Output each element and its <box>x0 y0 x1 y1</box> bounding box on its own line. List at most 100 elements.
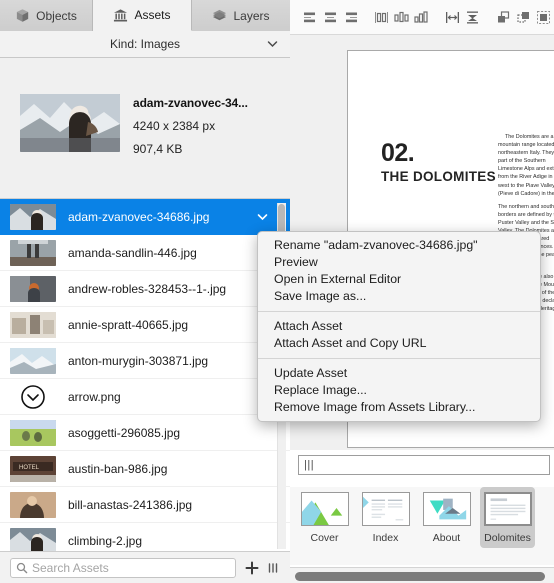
asset-filename: anton-murygin-303871.jpg <box>68 353 209 368</box>
preview-filesize: 907,4 KB <box>133 142 183 156</box>
asset-thumbnail <box>10 311 56 338</box>
document-paragraph: The Dolomites are a mountain range locat… <box>498 134 554 197</box>
asset-row[interactable]: arrow.png <box>0 379 290 415</box>
page-thumbnail-label: Index <box>372 532 399 544</box>
page-thumbnail-image <box>361 492 410 526</box>
asset-row[interactable]: bill-anastas-241386.jpg <box>0 487 290 523</box>
svg-text:HOTEL: HOTEL <box>19 465 40 471</box>
asset-filename: amanda-sandlin-446.jpg <box>68 245 197 260</box>
page-thumbnail-label: Cover <box>310 532 339 544</box>
bank-icon <box>114 8 128 21</box>
preview-filename: adam-zvanovec-34... <box>133 96 248 110</box>
document-title: THE DOLOMITES <box>381 169 496 184</box>
asset-filename: climbing-2.jpg <box>68 533 143 548</box>
asset-context-menu[interactable]: Rename "adam-zvanovec-34686.jpg" Preview O… <box>257 231 541 422</box>
asset-row[interactable]: asoggetti-296085.jpg <box>0 415 290 451</box>
asset-thumbnail <box>10 491 56 518</box>
context-menu-item[interactable]: Save Image as... <box>258 288 540 305</box>
search-input[interactable]: Search Assets <box>10 558 236 578</box>
page-thumbnail[interactable]: Index <box>358 487 413 548</box>
context-menu-item[interactable]: Remove Image from Assets Library... <box>258 399 540 416</box>
search-placeholder: Search Assets <box>32 561 109 575</box>
distribute-horizontal-icon[interactable] <box>373 9 390 26</box>
distribute-vertical-icon[interactable] <box>413 9 430 26</box>
align-right-icon[interactable] <box>342 9 359 26</box>
page-thumbnail-strip[interactable]: Cover Index About Dolomites <box>290 487 554 565</box>
preview-dimensions: 4240 x 2384 px <box>133 119 216 133</box>
cube-icon <box>17 9 29 22</box>
page-thumbnail-image <box>483 492 532 526</box>
tab-objects-label: Objects <box>36 8 77 23</box>
resize-width-icon[interactable] <box>444 9 461 26</box>
page-thumbnail[interactable]: About <box>419 487 474 548</box>
align-group <box>302 9 359 26</box>
asset-filename: andrew-robles-328453--1-.jpg <box>68 281 227 296</box>
asset-thumbnail: HOTEL <box>10 455 56 482</box>
asset-filename: arrow.png <box>68 389 121 404</box>
align-center-icon[interactable] <box>322 9 339 26</box>
context-menu-item[interactable]: Rename "adam-zvanovec-34686.jpg" <box>258 237 540 254</box>
preview-thumbnail <box>20 94 120 152</box>
panel-tabbar: Objects Assets Layers <box>0 0 290 32</box>
asset-thumbnail <box>10 275 56 302</box>
asset-thumbnail <box>10 419 56 446</box>
page-thumbnail[interactable]: Dolomites <box>480 487 535 548</box>
asset-filename: annie-spratt-40665.jpg <box>68 317 189 332</box>
grip-icon[interactable] <box>266 561 280 575</box>
document-number: 02. <box>381 139 415 167</box>
tab-assets[interactable]: Assets <box>93 0 192 31</box>
tab-layers[interactable]: Layers <box>192 0 290 31</box>
alignment-toolbar <box>290 0 554 35</box>
asset-row[interactable]: amanda-sandlin-446.jpg <box>0 235 290 271</box>
asset-filename: adam-zvanovec-34686.jpg <box>68 209 210 224</box>
asset-thumbnail <box>10 384 56 410</box>
asset-preview: adam-zvanovec-34... 4240 x 2384 px 907,4… <box>0 58 290 199</box>
asset-row[interactable]: andrew-robles-328453--1-.jpg <box>0 271 290 307</box>
asset-thumbnail <box>10 347 56 374</box>
asset-row[interactable]: anton-murygin-303871.jpg <box>0 343 290 379</box>
asset-row[interactable]: annie-spratt-40665.jpg <box>0 307 290 343</box>
plus-icon[interactable] <box>245 561 259 575</box>
context-menu-item[interactable]: Open in External Editor <box>258 271 540 288</box>
asset-filename: austin-ban-986.jpg <box>68 461 168 476</box>
asset-list[interactable]: adam-zvanovec-34686.jpg amanda-sandlin-44… <box>0 199 290 551</box>
assets-panel: Objects Assets Layers Kind: Images adam-… <box>0 0 290 583</box>
chevron-down-icon[interactable] <box>257 212 268 222</box>
horizontal-scrollbar-thumb[interactable] <box>295 572 545 581</box>
group-icon[interactable] <box>535 9 552 26</box>
menu-separator <box>258 358 540 359</box>
horizontal-scrollbar[interactable] <box>290 567 554 583</box>
distribute-spacing-icon[interactable] <box>393 9 410 26</box>
assets-searchbar: Search Assets <box>0 551 290 583</box>
context-menu-item[interactable]: Replace Image... <box>258 382 540 399</box>
bring-forward-icon[interactable] <box>495 9 512 26</box>
tab-assets-label: Assets <box>134 8 171 22</box>
asset-filename: asoggetti-296085.jpg <box>68 425 181 440</box>
page-thumbnail[interactable]: Cover <box>297 487 352 548</box>
asset-thumbnail <box>10 239 56 266</box>
context-menu-item[interactable]: Attach Asset <box>258 318 540 335</box>
preview-metadata: adam-zvanovec-34... 4240 x 2384 px 907,4… <box>133 96 283 156</box>
search-icon <box>16 562 28 574</box>
arrange-group <box>495 9 552 26</box>
resize-group <box>444 9 481 26</box>
distribute-group <box>373 9 430 26</box>
kind-filter-label: Kind: Images <box>109 37 181 51</box>
page-name-field[interactable]: ||| <box>298 455 550 475</box>
tab-objects[interactable]: Objects <box>0 0 93 31</box>
align-left-icon[interactable] <box>302 9 319 26</box>
asset-row[interactable]: HOTEL austin-ban-986.jpg <box>0 451 290 487</box>
asset-row[interactable]: adam-zvanovec-34686.jpg <box>0 199 290 235</box>
asset-filename: bill-anastas-241386.jpg <box>68 497 193 512</box>
chevron-down-icon <box>267 41 278 48</box>
context-menu-item[interactable]: Preview <box>258 254 540 271</box>
context-menu-item[interactable]: Attach Asset and Copy URL <box>258 335 540 352</box>
send-backward-icon[interactable] <box>515 9 532 26</box>
asset-row[interactable]: climbing-2.jpg <box>0 523 290 551</box>
layers-icon <box>213 9 227 21</box>
resize-height-icon[interactable] <box>464 9 481 26</box>
context-menu-item[interactable]: Update Asset <box>258 365 540 382</box>
kind-filter-dropdown[interactable]: Kind: Images <box>0 31 290 58</box>
page-thumbnail-image <box>300 492 349 526</box>
page-name-value: ||| <box>304 459 315 471</box>
